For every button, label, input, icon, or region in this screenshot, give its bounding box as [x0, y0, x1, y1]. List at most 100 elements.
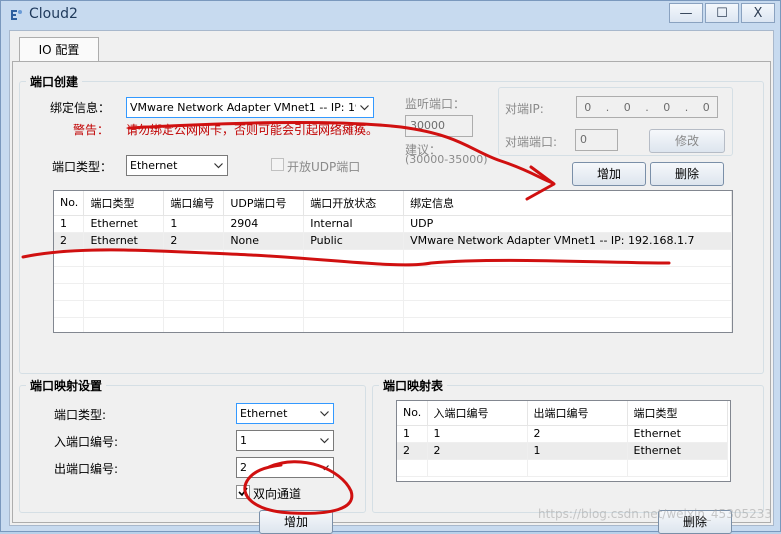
bidirectional-checkbox[interactable] [236, 485, 250, 499]
col-port-type[interactable]: 端口类型 [83, 191, 165, 216]
map-port-type-select[interactable]: Ethernet [236, 403, 334, 424]
add-port-button[interactable]: 增加 [572, 162, 646, 186]
table-row[interactable]: 1 1 2 Ethernet [397, 425, 728, 443]
chevron-down-icon [316, 431, 333, 450]
table-row[interactable]: 2 2 1 Ethernet [397, 442, 728, 460]
close-button[interactable]: X [741, 3, 775, 23]
delete-port-button[interactable]: 删除 [650, 162, 724, 186]
suggest-range: (30000-35000) [405, 153, 488, 166]
modify-button[interactable]: 修改 [649, 129, 725, 153]
table-row[interactable]: 1 Ethernet 1 2904 Internal UDP [54, 215, 732, 233]
cloud-config-window: Cloud2 — ☐ X IO 配置 端口创建 绑定信息： VMware Net… [0, 0, 781, 534]
out-port-value: 2 [240, 461, 247, 474]
chevron-down-icon [316, 458, 333, 477]
in-port-label: 入端口编号: [54, 435, 119, 449]
empty-row [54, 283, 732, 301]
ip-octet: 0 [702, 100, 710, 114]
peer-settings-group: 对端IP: 0. 0. 0. 0 对端端口: 0 修改 [498, 87, 733, 156]
empty-row [54, 249, 732, 267]
cell: 1 [54, 215, 85, 233]
col-udp-port[interactable]: UDP端口号 [223, 191, 305, 216]
cell: 1 [397, 425, 428, 443]
peer-port-label: 对端端口: [505, 135, 558, 149]
bind-info-label: 绑定信息： [50, 101, 111, 115]
empty-row [54, 300, 732, 318]
warning-text: 请勿绑定公网网卡，否则可能会引起网络瘫痪。 [126, 123, 379, 137]
port-list[interactable]: No. 端口类型 端口编号 UDP端口号 端口开放状态 绑定信息 1 Ether… [53, 190, 733, 333]
window-title: Cloud2 [29, 6, 78, 22]
cloud-app-icon [8, 7, 24, 23]
cell: Public [303, 232, 405, 250]
title-bar[interactable]: Cloud2 — ☐ X [1, 1, 780, 29]
mapping-table-group: 端口映射表 No. 入端口编号 出端口编号 端口类型 1 1 2 Etherne… [372, 377, 764, 534]
mapping-table: No. 入端口编号 出端口编号 端口类型 1 1 2 Ethernet 2 2 … [397, 401, 728, 477]
port-type-label: 端口类型： [52, 160, 113, 174]
col-port-number[interactable]: 端口编号 [163, 191, 225, 216]
open-udp-checkbox[interactable] [271, 158, 284, 171]
cell: UDP [403, 215, 732, 233]
bind-info-select[interactable]: VMware Network Adapter VMnet1 -- IP: 192… [126, 97, 374, 118]
tab-io-config[interactable]: IO 配置 [19, 37, 99, 62]
out-port-select[interactable]: 2 [236, 457, 334, 478]
ip-dot: . [605, 100, 610, 114]
ip-octet: 0 [584, 100, 592, 114]
port-type-select[interactable]: Ethernet [126, 155, 228, 176]
cell: Ethernet [627, 425, 728, 443]
mapping-table-legend: 端口映射表 [379, 377, 448, 394]
col-port-type[interactable]: 端口类型 [627, 401, 728, 426]
col-no[interactable]: No. [54, 191, 85, 216]
peer-ip-input[interactable]: 0. 0. 0. 0 [576, 96, 718, 118]
cell: Internal [303, 215, 405, 233]
ip-dot: . [684, 100, 689, 114]
empty-row [397, 459, 728, 477]
cell: Ethernet [83, 215, 165, 233]
col-open-state[interactable]: 端口开放状态 [303, 191, 405, 216]
ip-octet: 0 [623, 100, 631, 114]
cell: VMware Network Adapter VMnet1 -- IP: 192… [403, 232, 732, 250]
minimize-button[interactable]: — [669, 3, 703, 23]
warning-label: 警告： [73, 123, 110, 137]
cell: 2 [427, 442, 528, 460]
open-udp-label: 开放UDP端口 [287, 160, 361, 174]
maximize-icon: ☐ [716, 5, 728, 21]
map-port-type-label: 端口类型: [54, 408, 107, 422]
col-in-port[interactable]: 入端口编号 [427, 401, 528, 426]
mapping-settings-group: 端口映射设置 端口类型: Ethernet 入端口编号: 1 出端口编号: 2 … [19, 377, 366, 534]
cell: 1 [527, 442, 628, 460]
empty-row [54, 317, 732, 332]
cell: 2 [527, 425, 628, 443]
minimize-icon: — [679, 5, 693, 21]
cell: 2 [163, 232, 225, 250]
cell: 1 [427, 425, 528, 443]
ip-octet: 0 [663, 100, 671, 114]
cell: 1 [163, 215, 225, 233]
listen-port-input[interactable]: 30000 [405, 115, 473, 137]
map-port-type-value: Ethernet [240, 407, 288, 420]
table-row[interactable]: 2 Ethernet 2 None Public VMware Network … [54, 232, 732, 250]
cell: Ethernet [83, 232, 165, 250]
cell: 2 [54, 232, 85, 250]
port-type-value: Ethernet [130, 159, 178, 172]
add-mapping-button[interactable]: 增加 [259, 510, 333, 534]
in-port-value: 1 [240, 434, 247, 447]
port-creation-legend: 端口创建 [26, 73, 83, 90]
io-config-pane: 端口创建 绑定信息： VMware Network Adapter VMnet1… [12, 61, 771, 534]
bind-info-value: VMware Network Adapter VMnet1 -- IP: 192… [130, 101, 374, 114]
bidirectional-label: 双向通道 [253, 487, 302, 501]
close-icon: X [753, 5, 763, 21]
col-bind-info[interactable]: 绑定信息 [403, 191, 732, 216]
col-out-port[interactable]: 出端口编号 [527, 401, 628, 426]
cell: Ethernet [627, 442, 728, 460]
port-table: No. 端口类型 端口编号 UDP端口号 端口开放状态 绑定信息 1 Ether… [54, 191, 732, 332]
cell: None [223, 232, 305, 250]
peer-port-input[interactable]: 0 [575, 129, 618, 151]
port-creation-group: 端口创建 绑定信息： VMware Network Adapter VMnet1… [19, 73, 764, 374]
in-port-select[interactable]: 1 [236, 430, 334, 451]
listen-port-label: 监听端口： [405, 97, 466, 111]
cell: 2 [397, 442, 428, 460]
mapping-list[interactable]: No. 入端口编号 出端口编号 端口类型 1 1 2 Ethernet 2 2 … [396, 400, 731, 482]
col-no[interactable]: No. [397, 401, 428, 426]
port-table-header: No. 端口类型 端口编号 UDP端口号 端口开放状态 绑定信息 [54, 191, 732, 216]
maximize-button[interactable]: ☐ [705, 3, 739, 23]
mapping-table-header: No. 入端口编号 出端口编号 端口类型 [397, 401, 728, 426]
